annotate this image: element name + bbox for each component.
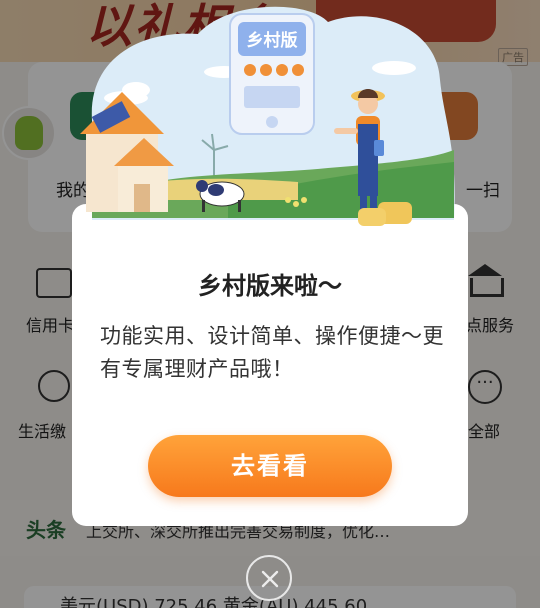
go-see-button[interactable]: 去看看 [148, 435, 392, 497]
close-button[interactable] [246, 555, 292, 601]
popup-title: 乡村版来啦～ [198, 272, 342, 300]
illustration-phone-title: 乡村版 [247, 30, 298, 51]
popup-description: 功能实用、设计简单、操作便捷～更有专属理财产品哦！ [100, 324, 444, 381]
close-icon [261, 570, 279, 588]
rural-illustration: 乡村版 [80, 6, 455, 226]
